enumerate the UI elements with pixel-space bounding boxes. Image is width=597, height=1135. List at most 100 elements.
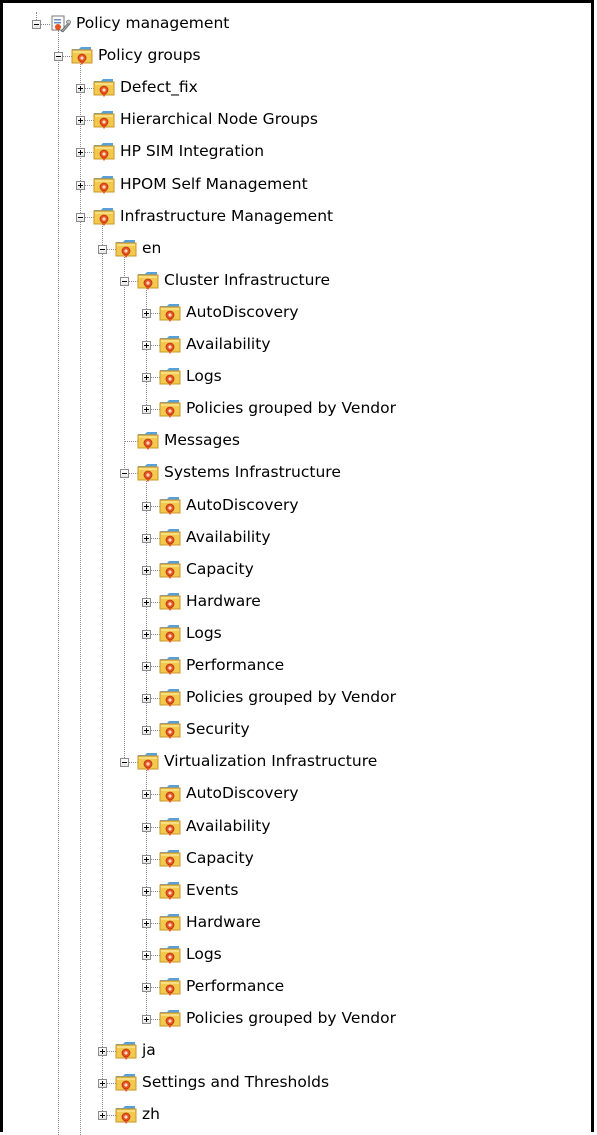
expand-toggle-security[interactable] (142, 726, 151, 735)
tree-node-en[interactable]: en (140, 238, 163, 258)
tree-node-autodiscovery[interactable]: AutoDiscovery (184, 495, 301, 515)
tree-node-logs[interactable]: Logs (184, 944, 224, 964)
expand-toggle-capacity[interactable] (142, 855, 151, 864)
policy-group-folder-icon (159, 333, 181, 355)
tree-node-logs[interactable]: Logs (184, 623, 224, 643)
policy-group-folder-icon (159, 397, 181, 419)
tree-node-logs[interactable]: Logs (184, 366, 224, 386)
policy-group-folder-icon (137, 750, 159, 772)
tree-node-hp-sim-integration[interactable]: HP SIM Integration (118, 141, 266, 161)
tree-node-messages[interactable]: Messages (162, 430, 242, 450)
tree-node-policies-grouped-by-vendor[interactable]: Policies grouped by Vendor (184, 687, 398, 707)
expand-toggle-availability[interactable] (142, 341, 151, 350)
tree-node-policies-grouped-by-vendor[interactable]: Policies grouped by Vendor (184, 398, 398, 418)
policy-group-folder-icon (159, 397, 181, 419)
policy-group-folder-icon (137, 750, 159, 772)
expand-toggle-hpom-self-management[interactable] (76, 181, 85, 190)
policy-group-folder-icon (159, 911, 181, 933)
expand-toggle-autodiscovery[interactable] (142, 790, 151, 799)
expand-toggle-hardware[interactable] (142, 919, 151, 928)
collapse-toggle-cluster-infrastructure[interactable] (120, 277, 129, 286)
collapse-toggle-systems-infrastructure[interactable] (120, 469, 129, 478)
policy-group-folder-icon (93, 108, 115, 130)
policy-group-folder-icon (93, 173, 115, 195)
policy-group-folder-icon (137, 461, 159, 483)
expand-toggle-ja[interactable] (98, 1047, 107, 1056)
tree-node-capacity[interactable]: Capacity (184, 848, 256, 868)
tree-node-events[interactable]: Events (184, 880, 240, 900)
expand-toggle-policies-grouped-by-vendor[interactable] (142, 405, 151, 414)
collapse-toggle-policy-groups[interactable] (54, 52, 63, 61)
policy-group-folder-icon (93, 205, 115, 227)
policy-group-folder-icon (115, 1039, 137, 1061)
expand-toggle-policies-grouped-by-vendor[interactable] (142, 1015, 151, 1024)
tree-node-hardware[interactable]: Hardware (184, 912, 263, 932)
expand-toggle-defect-fix[interactable] (76, 84, 85, 93)
policy-group-folder-icon (159, 975, 181, 997)
policy-group-folder-icon (159, 975, 181, 997)
tree-node-security[interactable]: Security (184, 719, 252, 739)
expand-toggle-hp-sim-integration[interactable] (76, 148, 85, 157)
policy-group-folder-icon (93, 76, 115, 98)
tree-node-virtualization-infrastructure[interactable]: Virtualization Infrastructure (162, 751, 379, 771)
policy-group-folder-icon (115, 1103, 137, 1125)
tree-node-performance[interactable]: Performance (184, 655, 286, 675)
expand-toggle-availability[interactable] (142, 823, 151, 832)
policy-group-folder-icon (159, 365, 181, 387)
tree-node-availability[interactable]: Availability (184, 334, 273, 354)
policy-group-folder-icon (159, 911, 181, 933)
tree-node-systems-infrastructure[interactable]: Systems Infrastructure (162, 462, 343, 482)
expand-toggle-zh[interactable] (98, 1111, 107, 1120)
collapse-toggle-policy-management[interactable] (32, 20, 41, 29)
expand-toggle-performance[interactable] (142, 662, 151, 671)
policy-group-folder-icon (71, 44, 93, 66)
tree-node-availability[interactable]: Availability (184, 527, 273, 547)
policy-group-folder-icon (115, 237, 137, 259)
policy-group-folder-icon (159, 686, 181, 708)
policy-group-folder-icon (93, 76, 115, 98)
tree-node-capacity[interactable]: Capacity (184, 559, 256, 579)
expand-toggle-hardware[interactable] (142, 598, 151, 607)
tree-node-policies-grouped-by-vendor[interactable]: Policies grouped by Vendor (184, 1008, 398, 1028)
expand-toggle-capacity[interactable] (142, 566, 151, 575)
expand-toggle-hierarchical-node-groups[interactable] (76, 116, 85, 125)
collapse-toggle-infrastructure-management[interactable] (76, 213, 85, 222)
tree-node-hierarchical-node-groups[interactable]: Hierarchical Node Groups (118, 109, 320, 129)
expand-toggle-autodiscovery[interactable] (142, 502, 151, 511)
policy-group-folder-icon (159, 815, 181, 837)
tree-node-settings-and-thresholds[interactable]: Settings and Thresholds (140, 1072, 331, 1092)
expand-toggle-policies-grouped-by-vendor[interactable] (142, 694, 151, 703)
tree-node-infrastructure-management[interactable]: Infrastructure Management (118, 206, 335, 226)
policy-group-folder-icon (159, 686, 181, 708)
policy-group-folder-icon (159, 718, 181, 740)
collapse-toggle-virtualization-infrastructure[interactable] (120, 758, 129, 767)
tree-node-zh[interactable]: zh (140, 1104, 162, 1124)
tree-node-ja[interactable]: ja (140, 1040, 158, 1060)
tree-node-policy-groups[interactable]: Policy groups (96, 45, 203, 65)
tree-node-autodiscovery[interactable]: AutoDiscovery (184, 302, 301, 322)
policy-group-folder-icon (137, 461, 159, 483)
tree-node-hardware[interactable]: Hardware (184, 591, 263, 611)
policy-group-folder-icon (159, 879, 181, 901)
expand-toggle-logs[interactable] (142, 630, 151, 639)
tree-node-availability[interactable]: Availability (184, 816, 273, 836)
tree-node-autodiscovery[interactable]: AutoDiscovery (184, 783, 301, 803)
expand-toggle-availability[interactable] (142, 534, 151, 543)
tree-node-cluster-infrastructure[interactable]: Cluster Infrastructure (162, 270, 332, 290)
policy-group-folder-icon (159, 943, 181, 965)
policy-group-folder-icon (159, 782, 181, 804)
expand-toggle-logs[interactable] (142, 951, 151, 960)
expand-toggle-autodiscovery[interactable] (142, 309, 151, 318)
policy-group-folder-icon (93, 140, 115, 162)
expand-toggle-performance[interactable] (142, 983, 151, 992)
expand-toggle-events[interactable] (142, 887, 151, 896)
expand-toggle-settings-and-thresholds[interactable] (98, 1079, 107, 1088)
policy-group-folder-icon (159, 847, 181, 869)
tree-node-policy-management[interactable]: Policy management (74, 13, 231, 33)
policy-group-folder-icon (115, 237, 137, 259)
expand-toggle-logs[interactable] (142, 373, 151, 382)
collapse-toggle-en[interactable] (98, 245, 107, 254)
tree-node-hpom-self-management[interactable]: HPOM Self Management (118, 174, 310, 194)
tree-node-performance[interactable]: Performance (184, 976, 286, 996)
tree-node-defect-fix[interactable]: Defect_fix (118, 77, 200, 97)
